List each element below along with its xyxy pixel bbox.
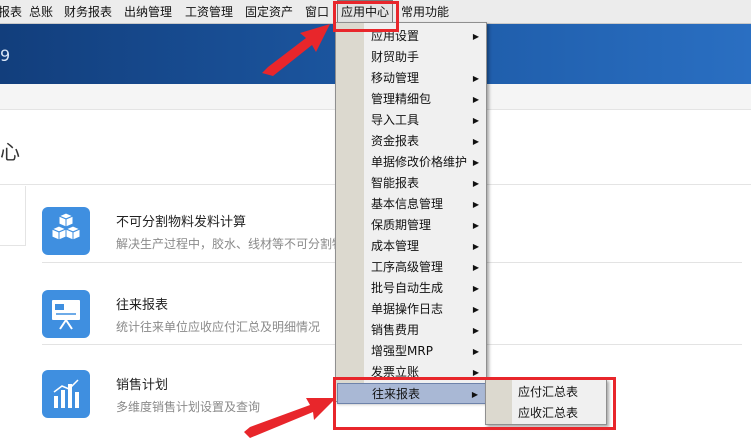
dropdown-item[interactable]: 成本管理 ▶: [337, 236, 486, 257]
dropdown-item-label: 增强型MRP: [371, 344, 433, 358]
menu-payroll[interactable]: 工资管理: [185, 0, 233, 24]
dropdown-item-label: 批号自动生成: [371, 281, 444, 295]
submenu-arrow-icon: ▶: [472, 32, 479, 41]
menu-fixed-assets[interactable]: 固定资产: [245, 0, 293, 24]
menu-general-ledger[interactable]: 总账: [29, 0, 53, 24]
dropdown-item-label: 销售费用: [371, 323, 420, 337]
app-center-dropdown: 应用设置 ▶ 财贸助手 移动管理 ▶ 管理精细包 ▶ 导入工具 ▶ 资金报表 ▶ 单据修改价格维护 ▶ 智…: [335, 22, 487, 404]
menu-common-functions[interactable]: 常用功能: [401, 0, 449, 24]
dropdown-item[interactable]: 批号自动生成 ▶: [337, 278, 486, 299]
dropdown-item[interactable]: 资金报表 ▶: [337, 131, 486, 152]
dropdown-item[interactable]: 财贸助手: [337, 47, 486, 68]
dropdown-item-label: 导入工具: [371, 113, 420, 127]
app-desc: 多维度销售计划设置及查询: [116, 400, 261, 414]
submenu-arrow-icon: ▶: [472, 305, 479, 314]
app-name: 不可分割物料发料计算: [116, 215, 247, 230]
app-desc: 解决生产过程中，胶水、线材等不可分割物: [116, 237, 345, 251]
submenu-arrow-icon: ▶: [472, 326, 479, 335]
submenu-arrow-icon: ▶: [472, 242, 479, 251]
dropdown-item[interactable]: 导入工具 ▶: [337, 110, 486, 131]
dropdown-item[interactable]: 工序高级管理 ▶: [337, 257, 486, 278]
submenu-arrow-icon: ▶: [472, 221, 479, 230]
annotation-box-contact-report: [333, 377, 616, 430]
submenu-arrow-icon: ▶: [472, 158, 479, 167]
app-desc: 统计往来单位应收应付汇总及明细情况: [116, 320, 321, 334]
dropdown-item[interactable]: 移动管理 ▶: [337, 68, 486, 89]
dropdown-item[interactable]: 基本信息管理 ▶: [337, 194, 486, 215]
dropdown-item-label: 单据操作日志: [371, 302, 444, 316]
dropdown-item[interactable]: 单据修改价格维护 ▶: [337, 152, 486, 173]
dropdown-item[interactable]: 管理精细包 ▶: [337, 89, 486, 110]
dropdown-item-label: 资金报表: [371, 134, 420, 148]
dropdown-item-label: 智能报表: [371, 176, 420, 190]
submenu-arrow-icon: ▶: [472, 74, 479, 83]
submenu-arrow-icon: ▶: [472, 179, 479, 188]
menu-cashier[interactable]: 出纳管理: [124, 0, 172, 24]
menu-report[interactable]: 报表: [0, 0, 22, 24]
page-title: 心: [0, 140, 20, 164]
dropdown-item[interactable]: 单据操作日志 ▶: [337, 299, 486, 320]
dropdown-item[interactable]: 销售费用 ▶: [337, 320, 486, 341]
version-text: 9: [0, 46, 11, 65]
submenu-arrow-icon: ▶: [472, 137, 479, 146]
submenu-arrow-icon: ▶: [472, 284, 479, 293]
presentation-icon: [42, 290, 90, 338]
submenu-arrow-icon: ▶: [472, 116, 479, 125]
left-column: [0, 186, 26, 246]
menu-financial-report[interactable]: 财务报表: [64, 0, 112, 24]
dropdown-item-label: 移动管理: [371, 71, 420, 85]
dropdown-item-label: 成本管理: [371, 239, 420, 253]
submenu-arrow-icon: ▶: [472, 347, 479, 356]
submenu-arrow-icon: ▶: [472, 200, 479, 209]
annotation-box-app-center: [333, 1, 399, 32]
dropdown-item[interactable]: 智能报表 ▶: [337, 173, 486, 194]
dropdown-item-label: 财贸助手: [371, 50, 420, 64]
app-name: 往来报表: [116, 298, 169, 313]
dropdown-item-label: 单据修改价格维护: [371, 155, 468, 169]
bar-chart-icon: [42, 370, 90, 418]
dropdown-item-label: 保质期管理: [371, 218, 432, 232]
app-name: 销售计划: [116, 378, 169, 393]
submenu-arrow-icon: ▶: [472, 263, 479, 272]
dropdown-item-label: 基本信息管理: [371, 197, 444, 211]
submenu-arrow-icon: ▶: [472, 95, 479, 104]
dropdown-item-label: 工序高级管理: [371, 260, 444, 274]
dropdown-item-label: 管理精细包: [371, 92, 432, 106]
cubes-icon: [42, 207, 90, 255]
dropdown-item[interactable]: 增强型MRP ▶: [337, 341, 486, 362]
menu-window[interactable]: 窗口: [305, 0, 329, 24]
dropdown-item[interactable]: 保质期管理 ▶: [337, 215, 486, 236]
